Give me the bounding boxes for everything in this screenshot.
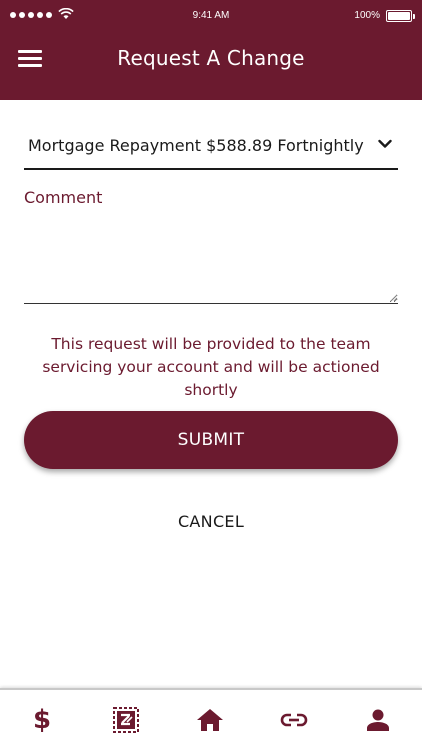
submit-button[interactable]: SUBMIT bbox=[24, 411, 398, 469]
bottom-tab-bar: $ bbox=[0, 688, 422, 750]
battery-percent: 100% bbox=[354, 10, 380, 21]
tab-profile[interactable] bbox=[336, 690, 420, 750]
tab-link[interactable] bbox=[252, 690, 336, 750]
change-type-select[interactable]: Mortgage Repayment $588.89 Fortnightly bbox=[24, 124, 398, 170]
chevron-down-icon bbox=[378, 139, 392, 148]
comment-input[interactable] bbox=[24, 214, 398, 304]
resize-grip-icon[interactable] bbox=[390, 294, 398, 302]
battery-icon bbox=[386, 10, 415, 22]
tab-dollar[interactable]: $ bbox=[0, 690, 84, 750]
status-bar: 9:41 AM 100% bbox=[0, 0, 422, 32]
page-title: Request A Change bbox=[117, 46, 305, 70]
cancel-button[interactable]: CANCEL bbox=[111, 506, 311, 536]
profile-icon bbox=[367, 709, 389, 731]
app-header: 9:41 AM 100% Request A Change bbox=[0, 0, 422, 100]
comment-label: Comment bbox=[24, 188, 103, 207]
link-icon bbox=[280, 713, 308, 727]
home-icon bbox=[197, 709, 223, 731]
dollar-icon: $ bbox=[32, 705, 52, 735]
tab-home[interactable] bbox=[168, 690, 252, 750]
request-notice: This request will be provided to the tea… bbox=[42, 335, 380, 399]
select-value: Mortgage Repayment $588.89 Fortnightly bbox=[28, 136, 364, 155]
request-change-icon bbox=[113, 707, 139, 733]
tab-request-change[interactable] bbox=[84, 690, 168, 750]
